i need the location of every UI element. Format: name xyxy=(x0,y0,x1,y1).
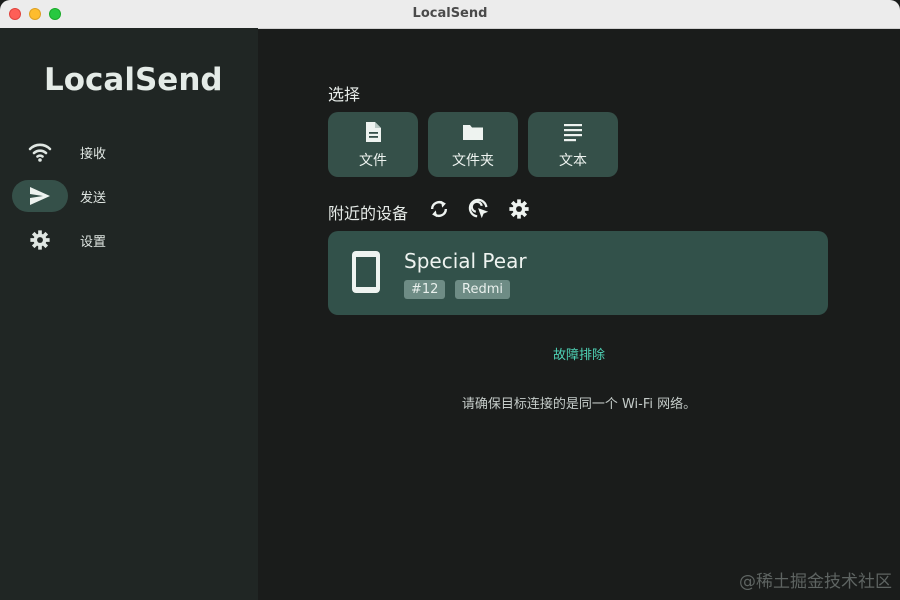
select-folder-label: 文件夹 xyxy=(452,153,494,169)
select-folder-button[interactable]: 文件夹 xyxy=(428,112,518,177)
sidebar-item-receive[interactable]: 接收 xyxy=(12,136,242,168)
main-panel: 选择 文件 文件夹 文本 附近的设备 Special Pear #12 Redm… xyxy=(258,28,900,600)
gear-icon xyxy=(28,229,52,251)
select-section-title: 选择 xyxy=(328,85,361,104)
folder-icon xyxy=(463,125,483,140)
sidebar: LocalSend 接收 发送 设置 xyxy=(0,28,258,600)
select-text-button[interactable]: 文本 xyxy=(528,112,618,177)
refresh-icon[interactable] xyxy=(428,198,450,220)
device-model-badge: Redmi xyxy=(455,280,510,299)
sidebar-item-label: 接收 xyxy=(80,147,107,162)
device-card[interactable]: Special Pear #12 Redmi xyxy=(328,231,828,315)
device-id-badge: #12 xyxy=(404,280,446,299)
send-icon xyxy=(28,185,52,207)
watermark: @稀土掘金技术社区 xyxy=(739,572,892,592)
window-titlebar: LocalSend xyxy=(0,0,900,29)
wifi-icon xyxy=(28,141,52,163)
select-text-label: 文本 xyxy=(559,153,587,169)
select-file-button[interactable]: 文件 xyxy=(328,112,418,177)
phone-icon xyxy=(350,249,382,299)
scan-target-icon[interactable] xyxy=(468,198,490,220)
text-icon xyxy=(564,124,582,142)
network-hint: 请确保目标连接的是同一个 Wi-Fi 网络。 xyxy=(461,397,697,412)
settings-icon[interactable] xyxy=(508,198,530,220)
file-icon xyxy=(366,122,381,142)
select-file-label: 文件 xyxy=(359,153,387,169)
app-name: LocalSend xyxy=(44,62,223,98)
device-name: Special Pear xyxy=(404,249,527,273)
troubleshoot-link[interactable]: 故障排除 xyxy=(258,344,900,363)
sidebar-item-label: 设置 xyxy=(80,235,107,250)
window-title: LocalSend xyxy=(412,6,488,21)
nearby-devices-title: 附近的设备 xyxy=(328,204,409,223)
sidebar-item-send[interactable]: 发送 xyxy=(12,180,242,212)
sidebar-item-settings[interactable]: 设置 xyxy=(12,224,242,256)
sidebar-item-label: 发送 xyxy=(80,191,107,206)
